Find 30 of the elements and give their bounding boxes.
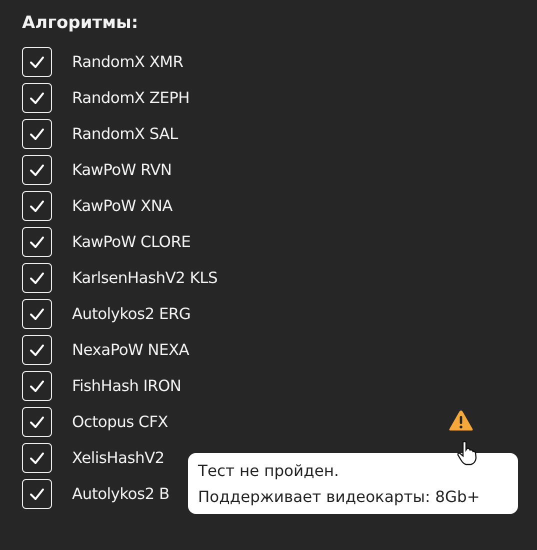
checkbox[interactable] [22, 263, 52, 293]
checkbox[interactable] [22, 371, 52, 401]
tooltip-text: Поддерживает видеокарты: 8Gb+ [198, 487, 480, 508]
checkbox[interactable] [22, 47, 52, 77]
algorithm-label: XelisHashV2 [72, 449, 164, 467]
warning-icon[interactable] [448, 409, 474, 432]
tooltip-text: Тест не пройден. [198, 461, 339, 482]
algorithm-label: RandomX XMR [72, 53, 184, 71]
section-title: Алгоритмы: [22, 12, 140, 35]
checkbox[interactable] [22, 119, 52, 149]
checkbox[interactable] [22, 299, 52, 329]
algorithm-label: KawPoW RVN [72, 161, 172, 179]
algorithm-label: Autolykos2 B [72, 485, 170, 503]
algorithm-label: KarlsenHashV2 KLS [72, 269, 218, 287]
checkbox[interactable] [22, 335, 52, 365]
algorithm-label: NexaPoW NEXA [72, 341, 190, 359]
algorithm-label: RandomX ZEPH [72, 89, 190, 107]
checkbox[interactable] [22, 83, 52, 113]
algorithm-label: Autolykos2 ERG [72, 305, 191, 323]
algorithm-label: RandomX SAL [72, 125, 178, 143]
algorithm-label: KawPoW CLORE [72, 233, 191, 251]
checkbox[interactable] [22, 155, 52, 185]
checkbox[interactable] [22, 479, 52, 509]
checkbox[interactable] [22, 407, 52, 437]
algorithm-label: FishHash IRON [72, 377, 182, 395]
checkbox[interactable] [22, 191, 52, 221]
algorithm-label: Octopus CFX [72, 413, 168, 431]
checkbox[interactable] [22, 227, 52, 257]
checkbox[interactable] [22, 443, 52, 473]
algorithm-label: KawPoW XNA [72, 197, 172, 215]
